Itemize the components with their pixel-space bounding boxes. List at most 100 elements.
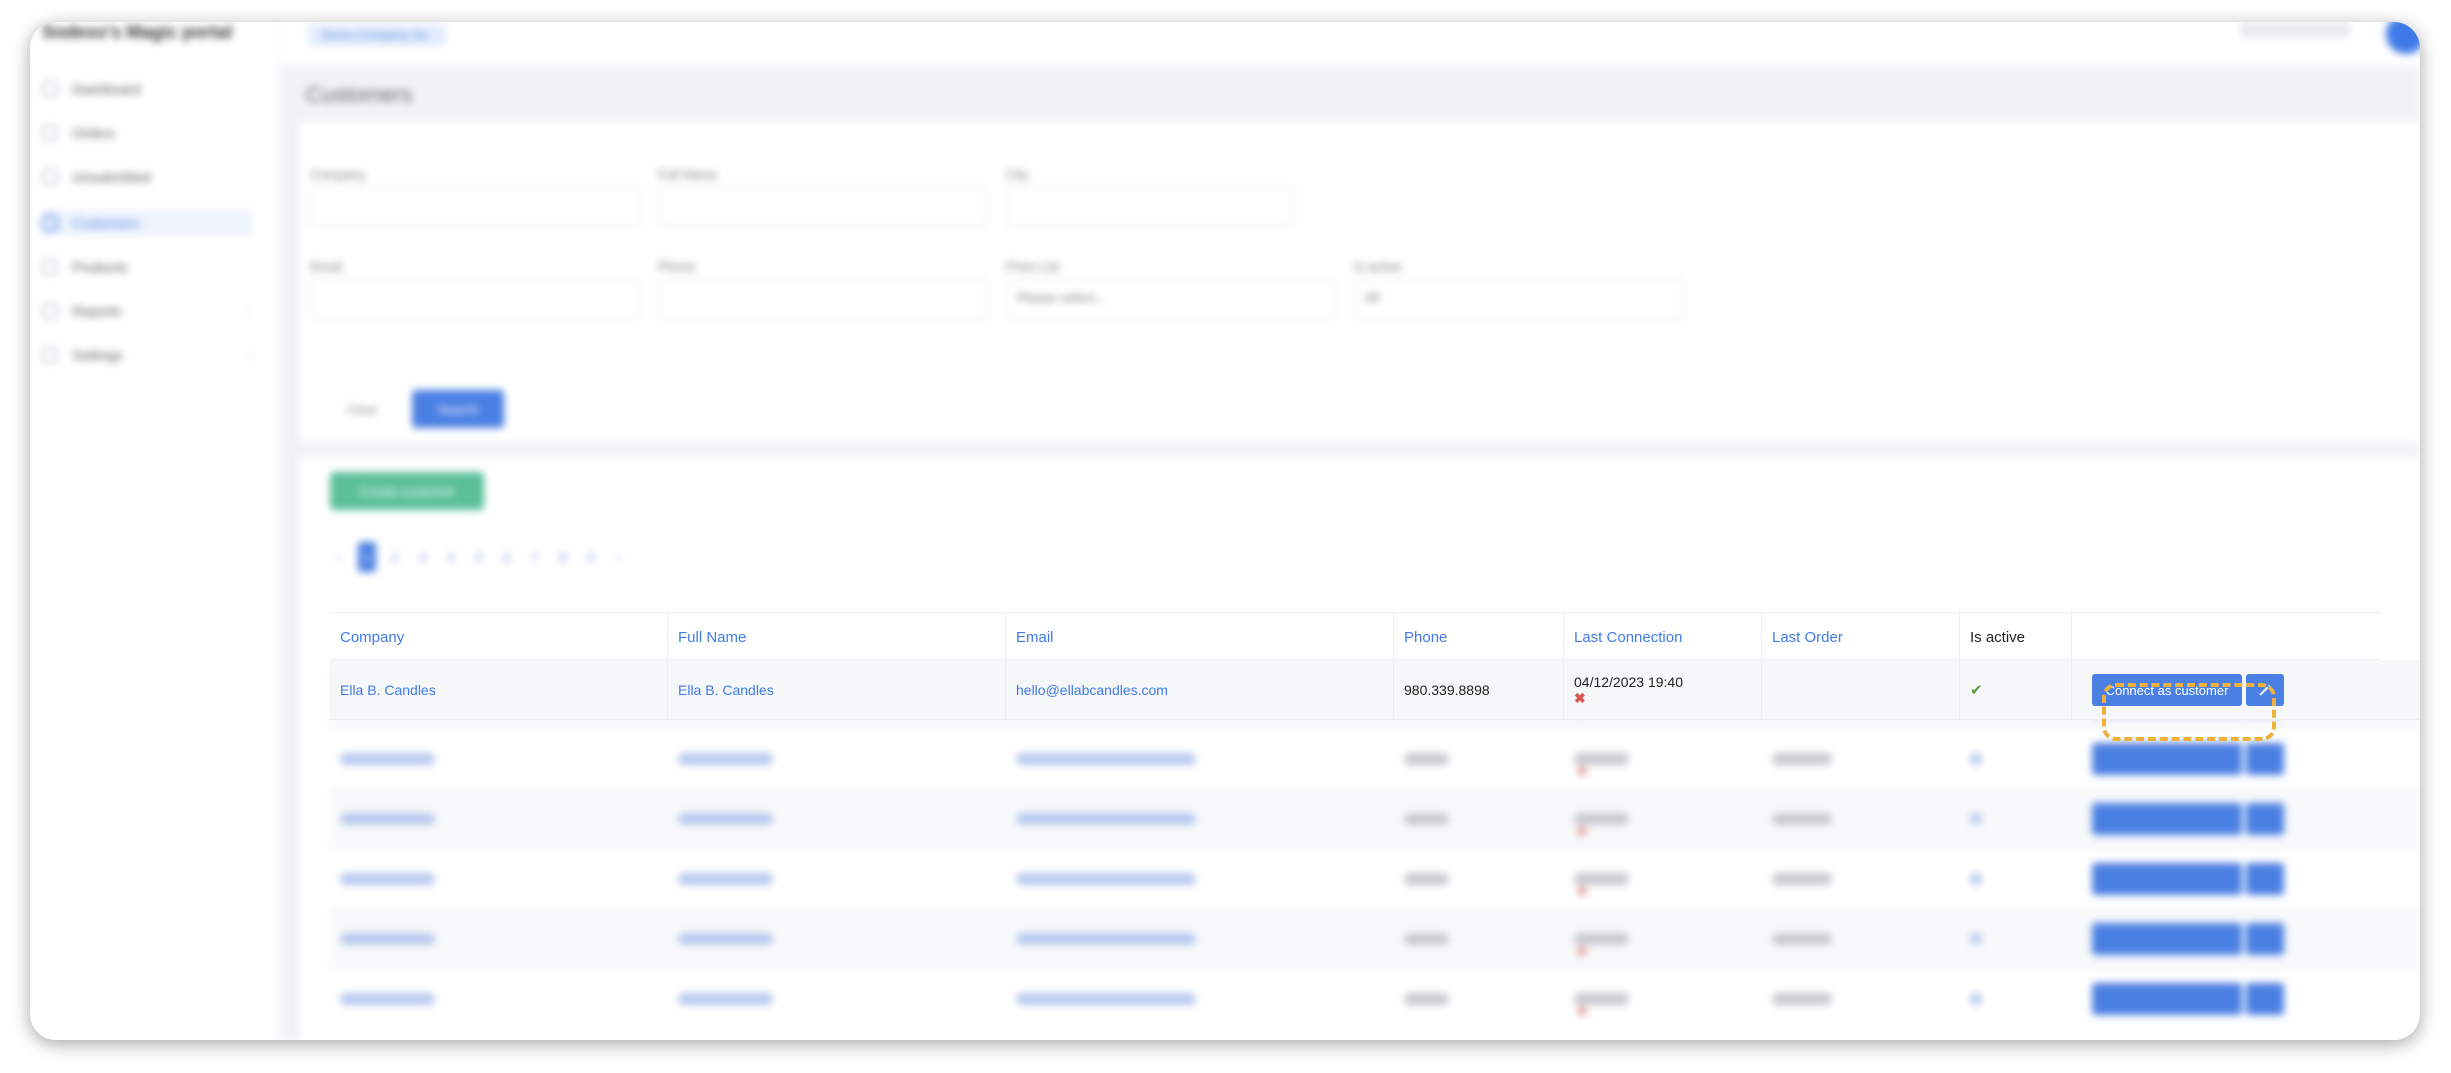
blurred-cell — [1016, 753, 1196, 765]
page-8[interactable]: 8 — [554, 542, 572, 572]
company-pill[interactable]: Demo Company Inc. — [308, 24, 446, 46]
fullname-filter-label: Full Name — [658, 167, 718, 182]
column-email[interactable]: Email — [1006, 613, 1394, 661]
sidebar-item-customers[interactable]: Customers — [42, 210, 252, 236]
blurred-cell — [1404, 813, 1449, 825]
email-filter-label: Email — [310, 259, 343, 274]
page-6[interactable]: 6 — [498, 542, 516, 572]
is-active-filter-label: Is active — [1354, 259, 1402, 274]
blurred-cell — [1772, 753, 1832, 765]
page-2[interactable]: 2 — [386, 542, 404, 572]
edit-button[interactable] — [2246, 803, 2284, 835]
blurred-cell — [678, 873, 773, 885]
column-phone[interactable]: Phone — [1394, 613, 1564, 661]
avatar[interactable] — [2386, 22, 2420, 54]
page-1[interactable]: 1 — [358, 542, 376, 572]
row-full-name[interactable]: Ella B. Candles — [668, 660, 1006, 720]
edit-button[interactable] — [2246, 983, 2284, 1015]
page-next[interactable]: › — [610, 542, 628, 572]
connect-as-customer-button[interactable] — [2092, 863, 2242, 895]
phone-filter-input[interactable] — [658, 279, 988, 319]
company-filter-label: Company — [310, 167, 366, 182]
page-7[interactable]: 7 — [526, 542, 544, 572]
connect-as-customer-button[interactable] — [2092, 743, 2242, 775]
edit-button[interactable] — [2246, 923, 2284, 955]
blurred-cell — [678, 813, 773, 825]
sidebar-item-settings[interactable]: Settings › — [42, 342, 252, 368]
email-filter-input[interactable] — [310, 279, 640, 319]
main-content: Demo Company Inc. Customers Company Full… — [280, 22, 2420, 1040]
blurred-cell — [1574, 753, 1629, 765]
column-full-name[interactable]: Full Name — [668, 613, 1006, 661]
blurred-cell — [1016, 993, 1196, 1005]
blurred-cell — [1970, 873, 1982, 885]
sidebar: Sodexo's Magic portal Dashboard Orders U… — [30, 22, 278, 1040]
app-window: Sodexo's Magic portal Dashboard Orders U… — [30, 22, 2420, 1040]
table-row — [330, 909, 2420, 969]
page-9[interactable]: 9 — [582, 542, 600, 572]
close-icon — [1578, 827, 1586, 835]
create-customer-button[interactable]: Create customer — [330, 472, 484, 510]
chevron-right-icon: › — [248, 348, 252, 362]
table-row — [330, 969, 2420, 1029]
pagination: ‹ 1 2 3 4 5 6 7 8 9 › — [330, 542, 628, 572]
blurred-cell — [1772, 873, 1832, 885]
search-button[interactable]: Search — [412, 390, 504, 428]
last-connection-date: 04/12/2023 19:40 — [1574, 674, 1683, 690]
edit-button[interactable] — [2246, 743, 2284, 775]
page-5[interactable]: 5 — [470, 542, 488, 572]
blurred-cell — [1574, 993, 1629, 1005]
sidebar-item-unsubmitted[interactable]: Unsubmitted — [42, 164, 252, 190]
blurred-cell — [1970, 933, 1982, 945]
customer-list-panel: Create customer ‹ 1 2 3 4 5 6 7 8 9 › — [300, 457, 2420, 1040]
blurred-cell — [1404, 933, 1449, 945]
blurred-cell — [1404, 873, 1449, 885]
connect-as-customer-button[interactable] — [2092, 983, 2242, 1015]
table-row — [330, 849, 2420, 909]
column-last-connection[interactable]: Last Connection — [1564, 613, 1762, 661]
column-company[interactable]: Company — [330, 613, 668, 661]
is-active-select[interactable]: All — [1354, 279, 1684, 319]
price-list-select[interactable]: Please select... — [1006, 279, 1336, 319]
row-is-active: ✔ — [1960, 660, 2072, 720]
dashboard-icon — [42, 81, 58, 97]
edit-button[interactable] — [2246, 863, 2284, 895]
column-last-order[interactable]: Last Order — [1762, 613, 1960, 661]
blurred-cell — [340, 993, 435, 1005]
blurred-cell — [1772, 993, 1832, 1005]
sidebar-item-dashboard[interactable]: Dashboard — [42, 76, 252, 102]
city-filter-input[interactable] — [1006, 187, 1294, 227]
blurred-cell — [1404, 993, 1449, 1005]
blurred-cell — [678, 933, 773, 945]
unsubmitted-icon — [42, 169, 58, 185]
blurred-cell — [1970, 753, 1982, 765]
fullname-filter-input[interactable] — [658, 187, 988, 227]
close-icon — [1578, 767, 1586, 775]
page-3[interactable]: 3 — [414, 542, 432, 572]
company-filter-input[interactable] — [310, 187, 640, 227]
close-icon — [1578, 947, 1586, 955]
clear-button[interactable]: Clear — [330, 390, 394, 428]
connect-as-customer-button[interactable] — [2092, 803, 2242, 835]
page-4[interactable]: 4 — [442, 542, 460, 572]
sidebar-item-orders[interactable]: Orders — [42, 120, 252, 146]
connect-as-customer-button[interactable] — [2092, 923, 2242, 955]
chevron-right-icon: › — [248, 304, 252, 318]
orders-icon — [42, 125, 58, 141]
page-prev[interactable]: ‹ — [330, 542, 348, 572]
row-last-order — [1762, 660, 1960, 720]
blurred-cell — [1016, 933, 1196, 945]
row-last-connection: 04/12/2023 19:40 ✖ — [1564, 660, 1762, 720]
row-email[interactable]: hello@ellabcandles.com — [1006, 660, 1394, 720]
blurred-cell — [1016, 873, 1196, 885]
row-company[interactable]: Ella B. Candles — [330, 660, 668, 720]
users-icon — [42, 215, 58, 231]
sidebar-item-products[interactable]: Products — [42, 254, 252, 280]
city-filter-label: City — [1006, 167, 1029, 182]
check-icon: ✔ — [1970, 682, 1983, 699]
column-is-active: Is active — [1960, 613, 2072, 661]
support-menu[interactable] — [2240, 22, 2350, 38]
brand-title: Sodexo's Magic portal — [42, 22, 233, 42]
sidebar-item-reports[interactable]: Reports › — [42, 298, 252, 324]
blurred-cell — [1970, 813, 1982, 825]
